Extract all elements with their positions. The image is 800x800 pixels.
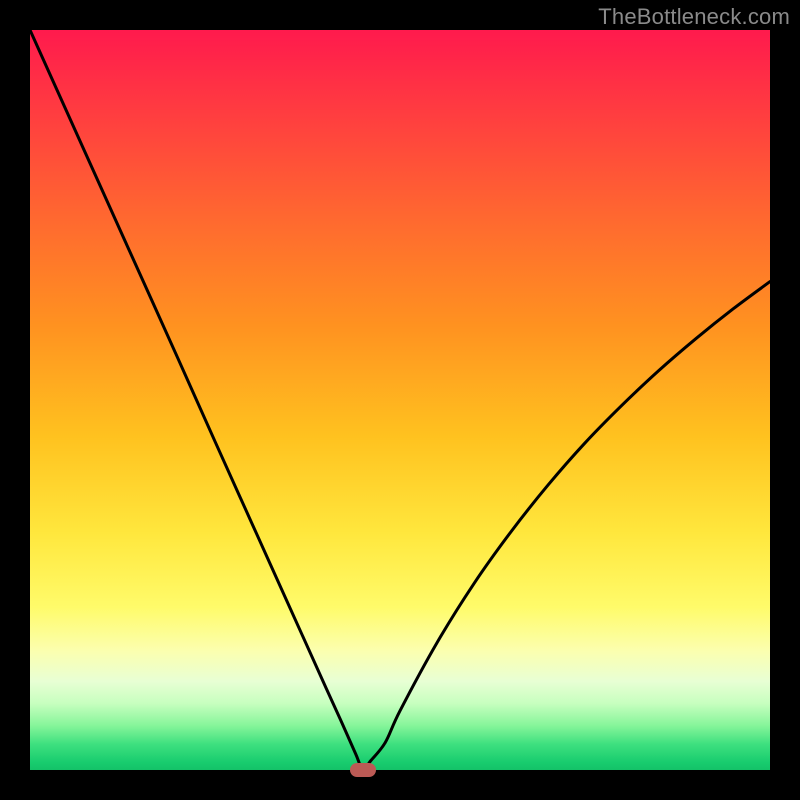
bottleneck-curve	[30, 30, 770, 770]
plot-area	[30, 30, 770, 770]
chart-frame: TheBottleneck.com	[0, 0, 800, 800]
min-marker	[350, 763, 376, 777]
watermark-text: TheBottleneck.com	[598, 4, 790, 30]
